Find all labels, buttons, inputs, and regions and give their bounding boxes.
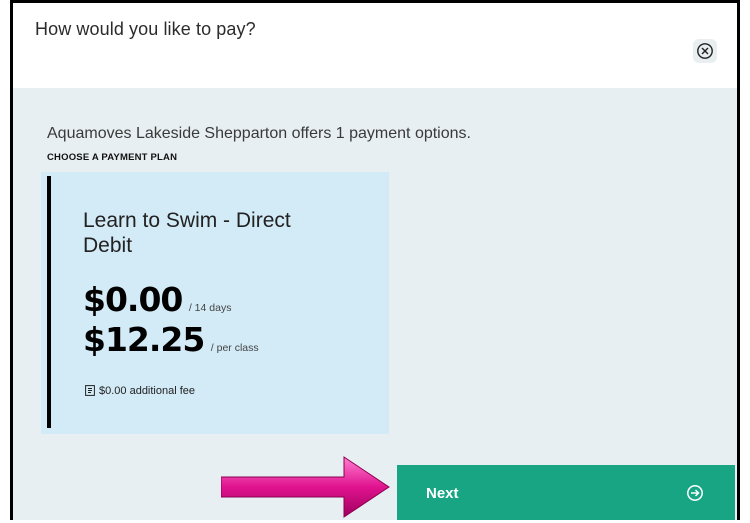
initial-price: $0.00	[83, 280, 183, 319]
arrow-right-circle-icon	[687, 485, 703, 501]
receipt-icon	[85, 385, 95, 396]
next-button-label: Next	[426, 485, 459, 502]
next-button[interactable]: Next	[397, 465, 735, 520]
recurring-period: / per class	[210, 342, 259, 354]
payment-options-intro: Aquamoves Lakeside Shepparton offers 1 p…	[47, 125, 471, 142]
close-circle-icon	[697, 43, 713, 59]
pink-arrow-icon	[221, 456, 390, 518]
dialog-header: How would you like to pay?	[13, 3, 737, 88]
price-row-recurring: $12.25 / per class	[83, 320, 259, 359]
price-row-initial: $0.00 / 14 days	[83, 280, 231, 319]
plan-name: Learn to Swim - Direct Debit	[83, 209, 291, 257]
dialog-title: How would you like to pay?	[35, 19, 256, 39]
fee-text: $0.00 additional fee	[99, 385, 196, 397]
close-button[interactable]	[693, 39, 717, 63]
dialog-body: Aquamoves Lakeside Shepparton offers 1 p…	[13, 88, 737, 520]
additional-fee: $0.00 additional fee	[85, 385, 195, 397]
choose-plan-heading: CHOOSE A PAYMENT PLAN	[47, 152, 178, 163]
selected-indicator	[47, 176, 51, 428]
payment-plan-card[interactable]: Learn to Swim - Direct Debit $0.00 / 14 …	[41, 172, 389, 434]
payment-dialog: How would you like to pay? Aquamoves Lak…	[10, 0, 740, 520]
initial-period: / 14 days	[188, 302, 232, 314]
recurring-price: $12.25	[83, 320, 205, 359]
